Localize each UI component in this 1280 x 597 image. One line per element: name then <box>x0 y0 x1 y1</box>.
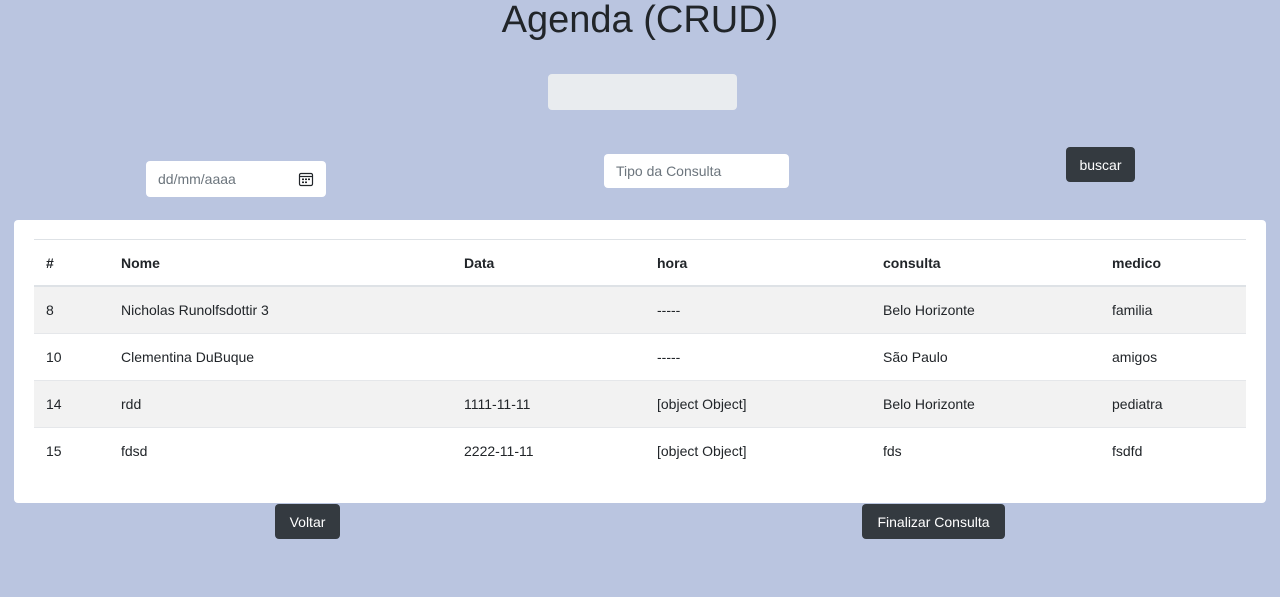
column-header-nome: Nome <box>109 239 452 287</box>
table-card: # Nome Data hora consulta medico 8 Nicho… <box>14 220 1266 503</box>
calendar-icon[interactable] <box>298 171 314 187</box>
column-header-id: # <box>34 239 109 287</box>
cell-hora: [object Object] <box>657 443 747 459</box>
cell-consulta: São Paulo <box>871 333 1100 381</box>
date-input[interactable]: dd/mm/aaaa <box>146 161 326 197</box>
cell-nome: rdd <box>109 380 452 428</box>
cell-consulta: fds <box>883 443 902 459</box>
cell-consulta: Belo Horizonte <box>871 380 1100 428</box>
table-row[interactable]: 10 Clementina DuBuque ----- São Paulo am… <box>34 333 1246 381</box>
table-row[interactable]: 15 fdsd 2222-11-11 [object Object] fds f… <box>34 428 1246 475</box>
table-row[interactable]: 8 Nicholas Runolfsdottir 3 ----- Belo Ho… <box>34 286 1246 334</box>
finish-consultation-button[interactable]: Finalizar Consulta <box>862 504 1005 539</box>
table-header-row: # Nome Data hora consulta medico <box>34 239 1246 287</box>
cell-data <box>452 333 645 381</box>
cell-medico: pediatra <box>1100 380 1246 428</box>
cell-nome: Nicholas Runolfsdottir 3 <box>109 286 452 334</box>
cell-medico: familia <box>1100 286 1246 334</box>
agenda-table: # Nome Data hora consulta medico 8 Nicho… <box>34 239 1246 474</box>
top-field[interactable] <box>548 74 737 110</box>
date-placeholder: dd/mm/aaaa <box>158 171 236 187</box>
cell-id: 14 <box>34 380 109 428</box>
cell-id: 15 <box>46 443 62 459</box>
cell-data: 1111-11-11 <box>452 380 645 428</box>
column-header-hora: hora <box>645 239 871 287</box>
column-header-data: Data <box>452 239 645 287</box>
cell-nome: fdsd <box>121 443 148 459</box>
cell-id: 10 <box>34 333 109 381</box>
cell-consulta: Belo Horizonte <box>871 286 1100 334</box>
table-row[interactable]: 14 rdd 1111-11-11 [object Object] Belo H… <box>34 380 1246 428</box>
page-title: Agenda (CRUD) <box>501 0 779 41</box>
column-header-medico: medico <box>1100 239 1246 287</box>
tipo-consulta-input[interactable] <box>604 154 789 188</box>
back-button[interactable]: Voltar <box>275 504 340 539</box>
cell-data <box>452 286 645 334</box>
cell-medico: amigos <box>1100 333 1246 381</box>
cell-hora: [object Object] <box>645 380 871 428</box>
cell-data: 2222-11-11 <box>464 443 534 459</box>
cell-hora: ----- <box>645 286 871 334</box>
cell-nome: Clementina DuBuque <box>109 333 452 381</box>
search-button[interactable]: buscar <box>1066 147 1135 182</box>
cell-medico: fsdfd <box>1112 443 1143 459</box>
cell-hora: ----- <box>645 333 871 381</box>
cell-id: 8 <box>34 286 109 334</box>
column-header-consulta: consulta <box>871 239 1100 287</box>
